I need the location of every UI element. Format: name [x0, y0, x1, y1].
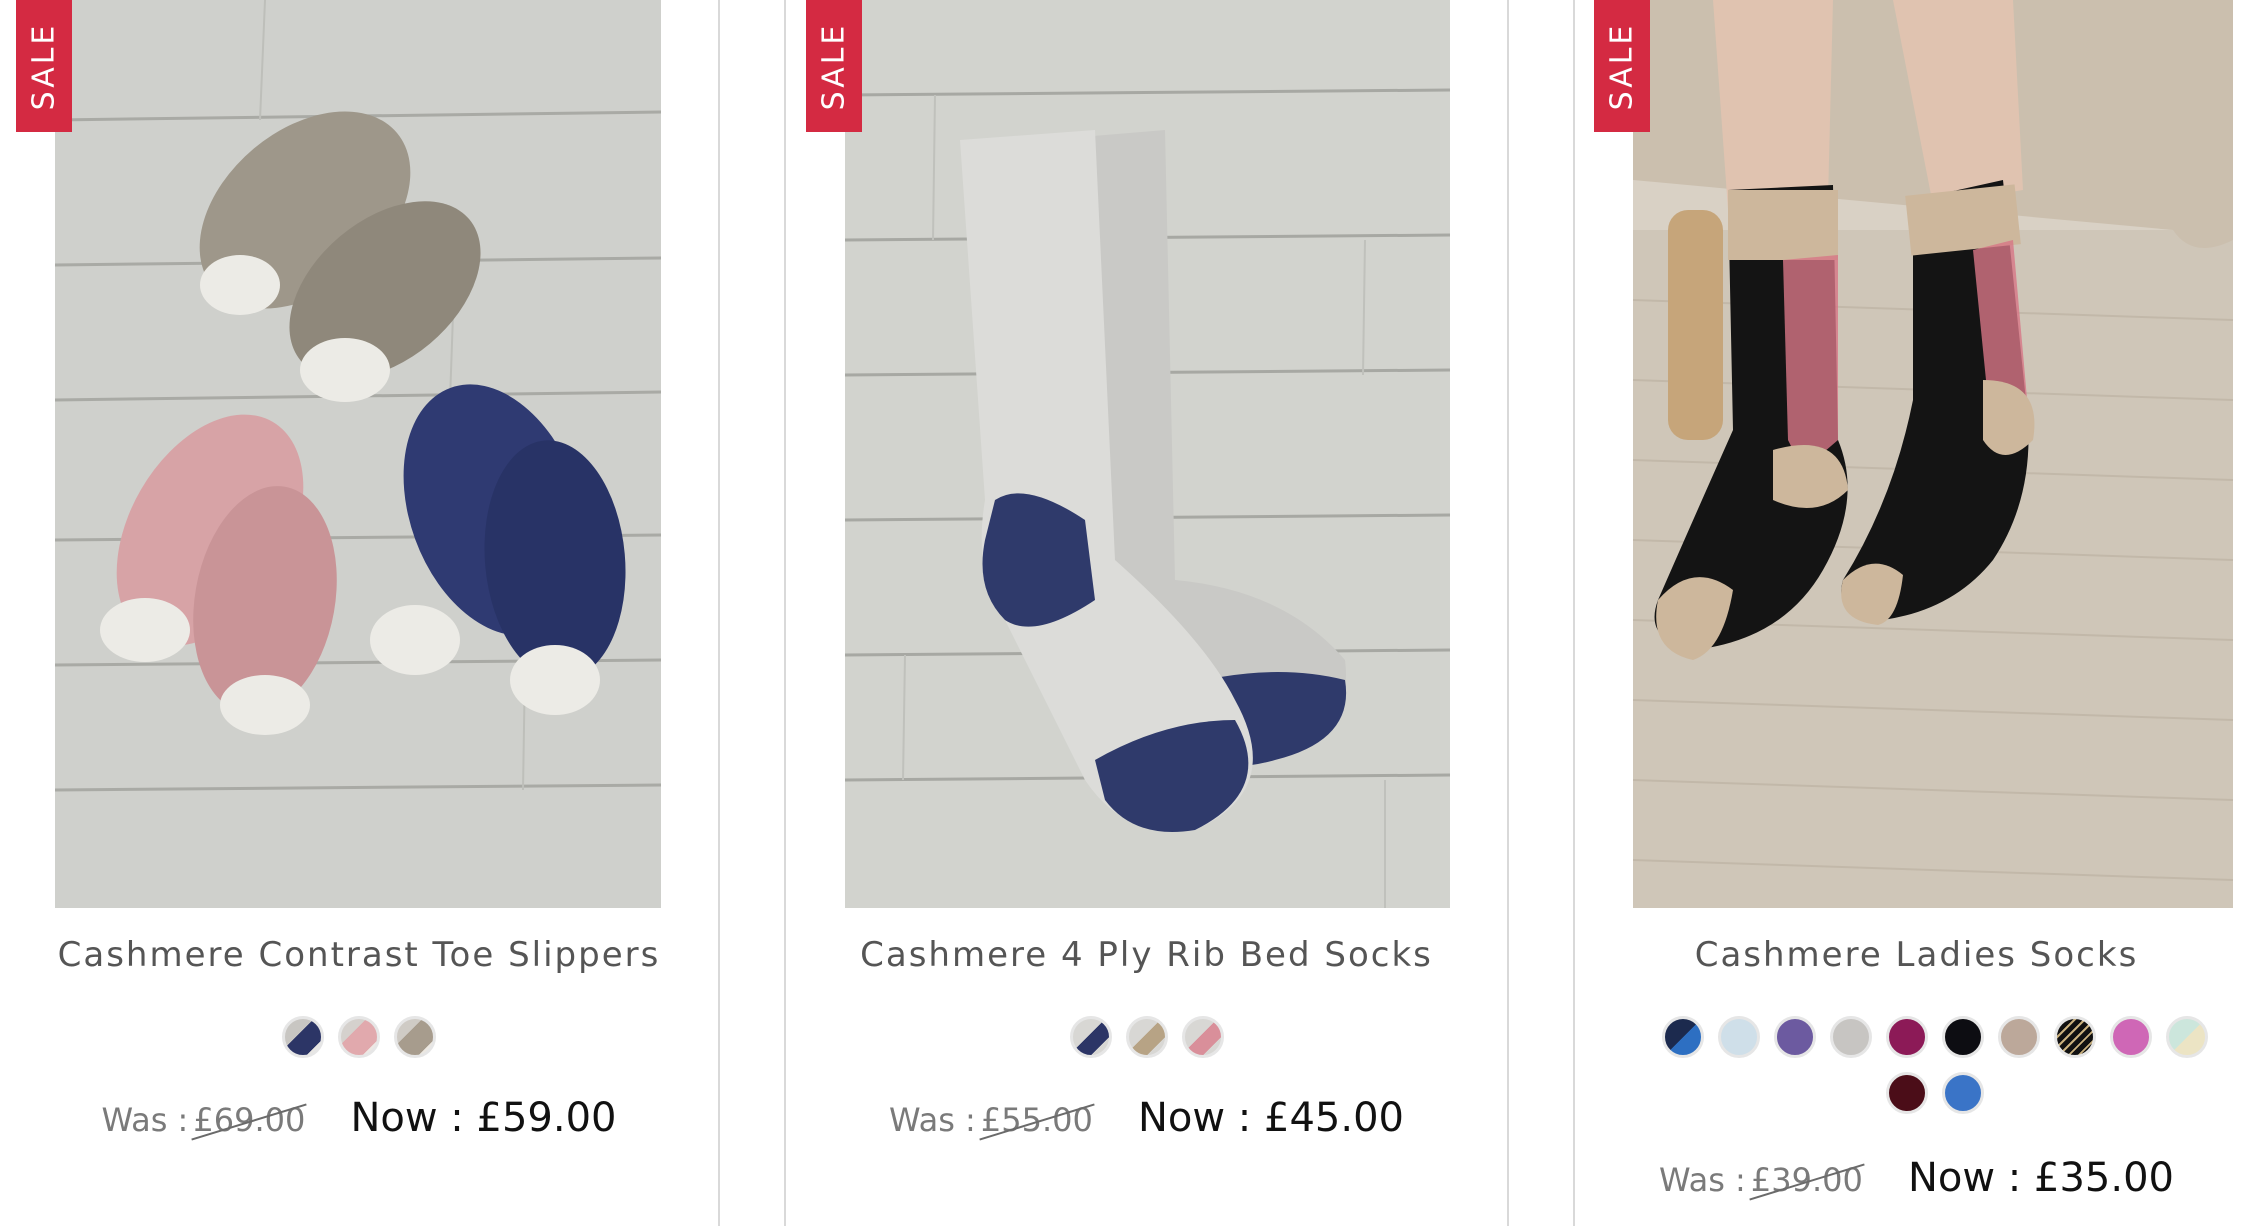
product-image[interactable]: [1633, 0, 2233, 908]
now-price-value: £35.00: [2034, 1155, 2174, 1201]
sale-badge-label: SALE: [816, 22, 852, 110]
swatch-plum[interactable]: [1886, 1016, 1928, 1058]
now-label: Now :: [1907, 1155, 2022, 1201]
sale-badge: SALE: [16, 0, 72, 132]
color-swatches: [786, 1016, 1507, 1058]
product-image[interactable]: [845, 0, 1450, 908]
product-image[interactable]: [55, 0, 661, 908]
swatch-royal-blue[interactable]: [1942, 1072, 1984, 1114]
product-title[interactable]: Cashmere 4 Ply Rib Bed Socks: [786, 935, 1507, 975]
swatch-burgundy[interactable]: [1886, 1072, 1928, 1114]
swatch-mint-cream[interactable]: [2166, 1016, 2208, 1058]
was-price: £69.00: [193, 1101, 306, 1139]
swatch-pink[interactable]: [2110, 1016, 2152, 1058]
column-divider: [1507, 0, 1509, 1226]
swatch-navy-blue[interactable]: [1662, 1016, 1704, 1058]
column-divider: [718, 0, 720, 1226]
sale-badge-label: SALE: [1604, 22, 1640, 110]
swatch-grey-pink[interactable]: [1181, 1016, 1224, 1058]
swatch-grey-navy[interactable]: [1069, 1016, 1112, 1058]
swatch-pale-blue[interactable]: [1718, 1016, 1760, 1058]
swatch-taupe-white[interactable]: [394, 1016, 436, 1058]
swatch-navy-white[interactable]: [282, 1016, 324, 1058]
product-card[interactable]: SALE Cashmere Ladies Socks Was : £39.00 …: [1575, 0, 2258, 1226]
now-label: Now :: [350, 1095, 464, 1141]
color-swatches: [1635, 1016, 2235, 1114]
sale-badge: SALE: [1594, 0, 1650, 132]
price-row: Was : £55.00 Now : £45.00: [786, 1095, 1507, 1141]
swatch-light-grey[interactable]: [1830, 1016, 1872, 1058]
swatch-pink-white[interactable]: [338, 1016, 380, 1058]
now-label: Now :: [1137, 1095, 1252, 1141]
product-card[interactable]: SALE Cashmere Contrast Toe Slippers Was …: [0, 0, 718, 1226]
product-title[interactable]: Cashmere Ladies Socks: [1575, 935, 2258, 975]
price-row: Was : £39.00 Now : £35.00: [1575, 1155, 2258, 1201]
was-label: Was :: [101, 1101, 189, 1139]
swatch-black[interactable]: [1942, 1016, 1984, 1058]
now-price: Now : £59.00: [350, 1095, 616, 1141]
swatch-black-stripe[interactable]: [2054, 1016, 2096, 1058]
swatch-lavender[interactable]: [1774, 1016, 1816, 1058]
was-price: £39.00: [1750, 1161, 1863, 1199]
swatch-grey-camel[interactable]: [1125, 1016, 1168, 1058]
was-price: £55.00: [980, 1101, 1093, 1139]
price-row: Was : £69.00 Now : £59.00: [0, 1095, 718, 1141]
now-price-value: £59.00: [476, 1095, 617, 1141]
was-label: Was :: [1659, 1161, 1746, 1199]
now-price: Now : £35.00: [1908, 1155, 2174, 1201]
now-price: Now : £45.00: [1138, 1095, 1404, 1141]
product-card[interactable]: SALE Cashmere 4 Ply Rib Bed Socks Was : …: [786, 0, 1507, 1226]
now-price-value: £45.00: [1264, 1095, 1404, 1141]
product-title[interactable]: Cashmere Contrast Toe Slippers: [0, 935, 718, 975]
sale-badge-label: SALE: [26, 22, 62, 110]
color-swatches: [0, 1016, 718, 1058]
was-label: Was :: [889, 1101, 976, 1139]
swatch-taupe[interactable]: [1998, 1016, 2040, 1058]
sale-badge: SALE: [806, 0, 862, 132]
